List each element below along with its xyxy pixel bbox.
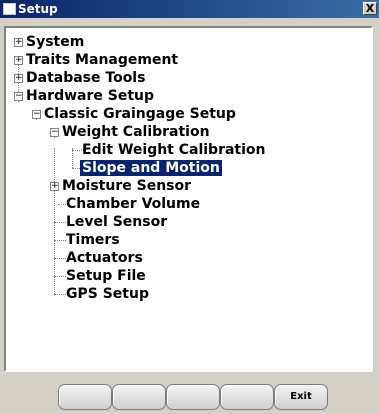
tree-node-label: Weight Calibration	[62, 124, 210, 140]
tree-connector	[54, 258, 66, 259]
tree-connector	[72, 148, 73, 168]
function-button-3[interactable]	[166, 384, 220, 410]
tree-node-label: Edit Weight Calibration	[82, 142, 266, 158]
tree-node-weight-calibration[interactable]: − Weight Calibration	[50, 123, 210, 141]
tree-node-label: Chamber Volume	[66, 196, 201, 212]
collapse-icon[interactable]: −	[14, 92, 23, 101]
expand-icon[interactable]: +	[14, 38, 23, 47]
tree-connector	[54, 148, 55, 294]
tree-node-hardware-setup[interactable]: − Hardware Setup	[14, 87, 154, 105]
tree-node-system[interactable]: + System	[14, 33, 84, 51]
tree-node-label: Classic Graingage Setup	[44, 106, 236, 122]
collapse-icon[interactable]: −	[32, 110, 41, 119]
tree-node-slope-and-motion[interactable]: Slope and Motion	[80, 159, 222, 177]
setup-tree: + System + Traits Management + Database …	[4, 26, 373, 372]
window-title: Setup	[18, 2, 58, 16]
tree-node-label: GPS Setup	[66, 286, 149, 302]
function-button-2[interactable]	[112, 384, 166, 410]
tree-node-classic-graingage-setup[interactable]: − Classic Graingage Setup	[32, 105, 236, 123]
tree-node-label: Hardware Setup	[26, 88, 155, 104]
tree-node-label: Level Sensor	[66, 214, 168, 230]
tree-node-label: Traits Management	[26, 52, 179, 68]
window-icon	[3, 3, 16, 15]
tree-connector	[54, 276, 66, 277]
close-button[interactable]: X	[363, 2, 377, 15]
tree-node-label: Database Tools	[26, 70, 146, 86]
function-button-1[interactable]	[58, 384, 112, 410]
collapse-icon[interactable]: −	[50, 128, 59, 137]
tree-node-label: Moisture Sensor	[62, 178, 192, 194]
tree-connector	[54, 294, 66, 295]
tree-node-label: Timers	[66, 232, 120, 248]
expand-icon[interactable]: +	[50, 182, 59, 191]
tree-node-label: System	[26, 34, 85, 50]
tree-node-gps-setup[interactable]: GPS Setup	[66, 285, 149, 303]
expand-icon[interactable]: +	[14, 74, 23, 83]
tree-node-chamber-volume[interactable]: Chamber Volume	[66, 195, 200, 213]
tree-node-label: Slope and Motion	[80, 160, 222, 176]
expand-icon[interactable]: +	[14, 56, 23, 65]
tree-node-label: Actuators	[66, 250, 143, 266]
tree-node-label: Setup File	[66, 268, 146, 284]
tree-node-actuators[interactable]: Actuators	[66, 249, 143, 267]
tree-node-traits-management[interactable]: + Traits Management	[14, 51, 178, 69]
tree-node-moisture-sensor[interactable]: + Moisture Sensor	[50, 177, 191, 195]
setup-window: Setup X + System + Traits Management + D…	[0, 0, 379, 414]
button-bar: Exit	[40, 384, 340, 410]
tree-node-database-tools[interactable]: + Database Tools	[14, 69, 145, 87]
tree-node-level-sensor[interactable]: Level Sensor	[66, 213, 167, 231]
tree-connector	[54, 222, 66, 223]
tree-node-timers[interactable]: Timers	[66, 231, 120, 249]
exit-button[interactable]: Exit	[274, 384, 328, 410]
title-bar: Setup X	[0, 0, 379, 18]
tree-node-setup-file[interactable]: Setup File	[66, 267, 146, 285]
function-button-4[interactable]	[220, 384, 274, 410]
tree-connector	[54, 240, 66, 241]
tree-node-edit-weight-calibration[interactable]: Edit Weight Calibration	[82, 141, 266, 159]
